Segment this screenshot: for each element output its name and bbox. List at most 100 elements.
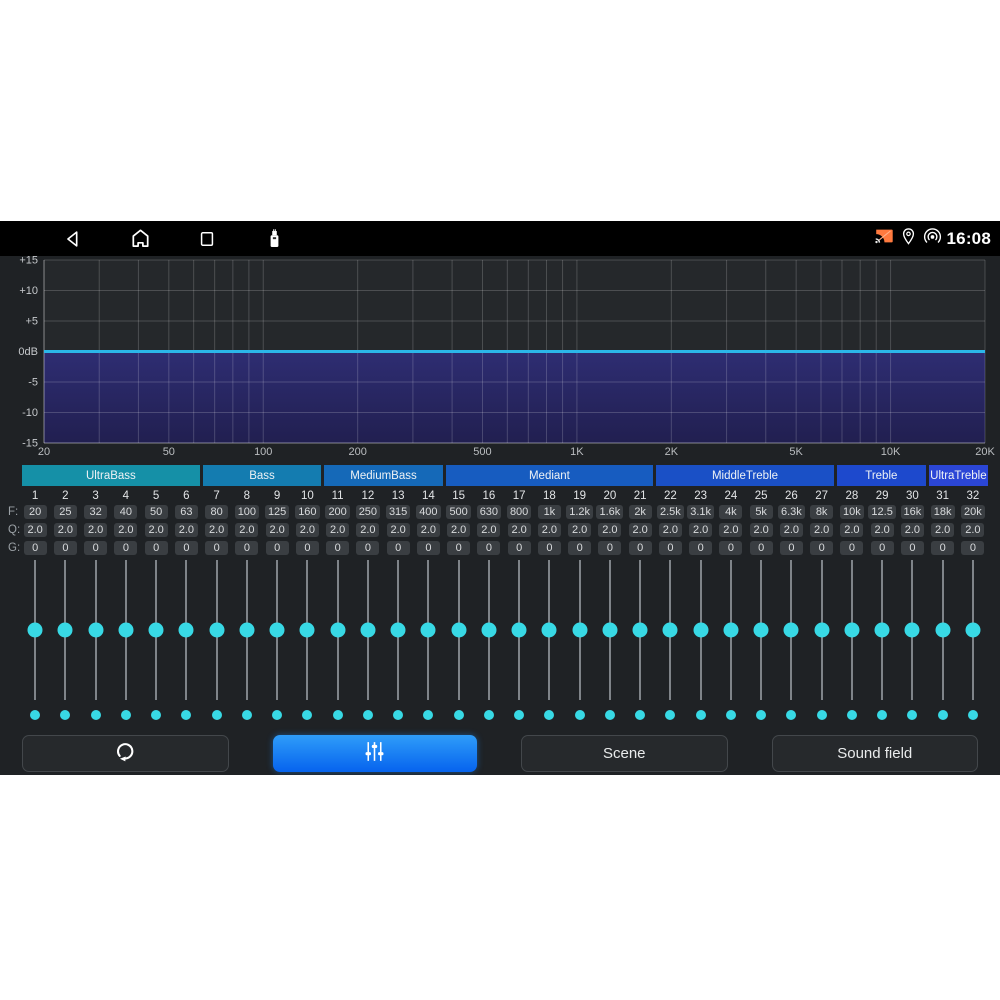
band-gain-slider[interactable] [928,560,958,700]
gain-value-chip[interactable]: 0 [871,541,894,555]
slider-thumb[interactable] [88,623,103,638]
gain-value-chip[interactable]: 0 [296,541,319,555]
slider-thumb[interactable] [875,623,890,638]
frequency-value-chip[interactable]: 12.5 [868,505,895,519]
frequency-value-chip[interactable]: 80 [205,505,228,519]
q-value-chip[interactable]: 2.0 [24,523,47,537]
frequency-value-chip[interactable]: 20 [24,505,47,519]
slider-thumb[interactable] [814,623,829,638]
frequency-value-chip[interactable]: 50 [145,505,168,519]
slider-thumb[interactable] [663,623,678,638]
gain-value-chip[interactable]: 0 [387,541,410,555]
band-gain-slider[interactable] [746,560,776,700]
band-gain-slider[interactable] [958,560,988,700]
frequency-value-chip[interactable]: 25 [54,505,77,519]
frequency-value-chip[interactable]: 200 [325,505,349,519]
gain-value-chip[interactable]: 0 [689,541,712,555]
gain-value-chip[interactable]: 0 [417,541,440,555]
frequency-value-chip[interactable]: 100 [235,505,259,519]
frequency-value-chip[interactable]: 3.1k [687,505,714,519]
frequency-value-chip[interactable]: 40 [114,505,137,519]
band-gain-slider[interactable] [413,560,443,700]
band-gain-slider[interactable] [81,560,111,700]
q-value-chip[interactable]: 2.0 [326,523,349,537]
frequency-value-chip[interactable]: 18k [931,505,955,519]
slider-thumb[interactable] [330,623,345,638]
slider-thumb[interactable] [905,623,920,638]
band-gain-slider[interactable] [232,560,262,700]
gain-value-chip[interactable]: 0 [538,541,561,555]
q-value-chip[interactable]: 2.0 [356,523,379,537]
scene-button[interactable]: Scene [521,735,728,772]
frequency-value-chip[interactable]: 20k [961,505,985,519]
band-gain-slider[interactable] [776,560,806,700]
frequency-value-chip[interactable]: 2k [629,505,652,519]
frequency-value-chip[interactable]: 1.6k [596,505,623,519]
frequency-value-chip[interactable]: 1k [538,505,561,519]
band-gain-slider[interactable] [837,560,867,700]
q-value-chip[interactable]: 2.0 [901,523,924,537]
q-value-chip[interactable]: 2.0 [387,523,410,537]
band-gain-slider[interactable] [111,560,141,700]
gain-value-chip[interactable]: 0 [508,541,531,555]
gain-value-chip[interactable]: 0 [840,541,863,555]
sound-field-button[interactable]: Sound field [772,735,979,772]
frequency-value-chip[interactable]: 16k [901,505,925,519]
slider-thumb[interactable] [602,623,617,638]
gain-value-chip[interactable]: 0 [719,541,742,555]
q-value-chip[interactable]: 2.0 [659,523,682,537]
frequency-value-chip[interactable]: 8k [810,505,833,519]
gain-value-chip[interactable]: 0 [84,541,107,555]
gain-value-chip[interactable]: 0 [326,541,349,555]
slider-thumb[interactable] [360,623,375,638]
q-value-chip[interactable]: 2.0 [689,523,712,537]
frequency-value-chip[interactable]: 160 [295,505,319,519]
q-value-chip[interactable]: 2.0 [538,523,561,537]
slider-thumb[interactable] [149,623,164,638]
gain-value-chip[interactable]: 0 [477,541,500,555]
band-gain-slider[interactable] [716,560,746,700]
frequency-value-chip[interactable]: 63 [175,505,198,519]
gain-value-chip[interactable]: 0 [931,541,954,555]
band-gain-slider[interactable] [655,560,685,700]
gain-value-chip[interactable]: 0 [629,541,652,555]
gain-value-chip[interactable]: 0 [568,541,591,555]
frequency-value-chip[interactable]: 2.5k [657,505,684,519]
q-value-chip[interactable]: 2.0 [84,523,107,537]
q-value-chip[interactable]: 2.0 [598,523,621,537]
slider-thumb[interactable] [270,623,285,638]
q-value-chip[interactable]: 2.0 [447,523,470,537]
band-gain-slider[interactable] [867,560,897,700]
slider-thumb[interactable] [28,623,43,638]
home-icon[interactable] [128,227,152,251]
frequency-value-chip[interactable]: 500 [446,505,470,519]
q-value-chip[interactable]: 2.0 [235,523,258,537]
gain-value-chip[interactable]: 0 [145,541,168,555]
band-gain-slider[interactable] [534,560,564,700]
q-value-chip[interactable]: 2.0 [508,523,531,537]
frequency-value-chip[interactable]: 32 [84,505,107,519]
back-icon[interactable] [61,227,85,251]
gain-value-chip[interactable]: 0 [447,541,470,555]
gain-value-chip[interactable]: 0 [175,541,198,555]
gain-value-chip[interactable]: 0 [659,541,682,555]
q-value-chip[interactable]: 2.0 [629,523,652,537]
frequency-value-chip[interactable]: 315 [386,505,410,519]
frequency-value-chip[interactable]: 10k [840,505,864,519]
frequency-value-chip[interactable]: 1.2k [566,505,593,519]
gain-value-chip[interactable]: 0 [750,541,773,555]
q-value-chip[interactable]: 2.0 [931,523,954,537]
frequency-value-chip[interactable]: 250 [356,505,380,519]
frequency-value-chip[interactable]: 125 [265,505,289,519]
slider-thumb[interactable] [239,623,254,638]
slider-thumb[interactable] [391,623,406,638]
q-value-chip[interactable]: 2.0 [114,523,137,537]
band-gain-slider[interactable] [292,560,322,700]
gain-value-chip[interactable]: 0 [810,541,833,555]
frequency-value-chip[interactable]: 4k [719,505,742,519]
gain-value-chip[interactable]: 0 [24,541,47,555]
q-value-chip[interactable]: 2.0 [477,523,500,537]
slider-thumb[interactable] [754,623,769,638]
slider-thumb[interactable] [421,623,436,638]
slider-thumb[interactable] [572,623,587,638]
